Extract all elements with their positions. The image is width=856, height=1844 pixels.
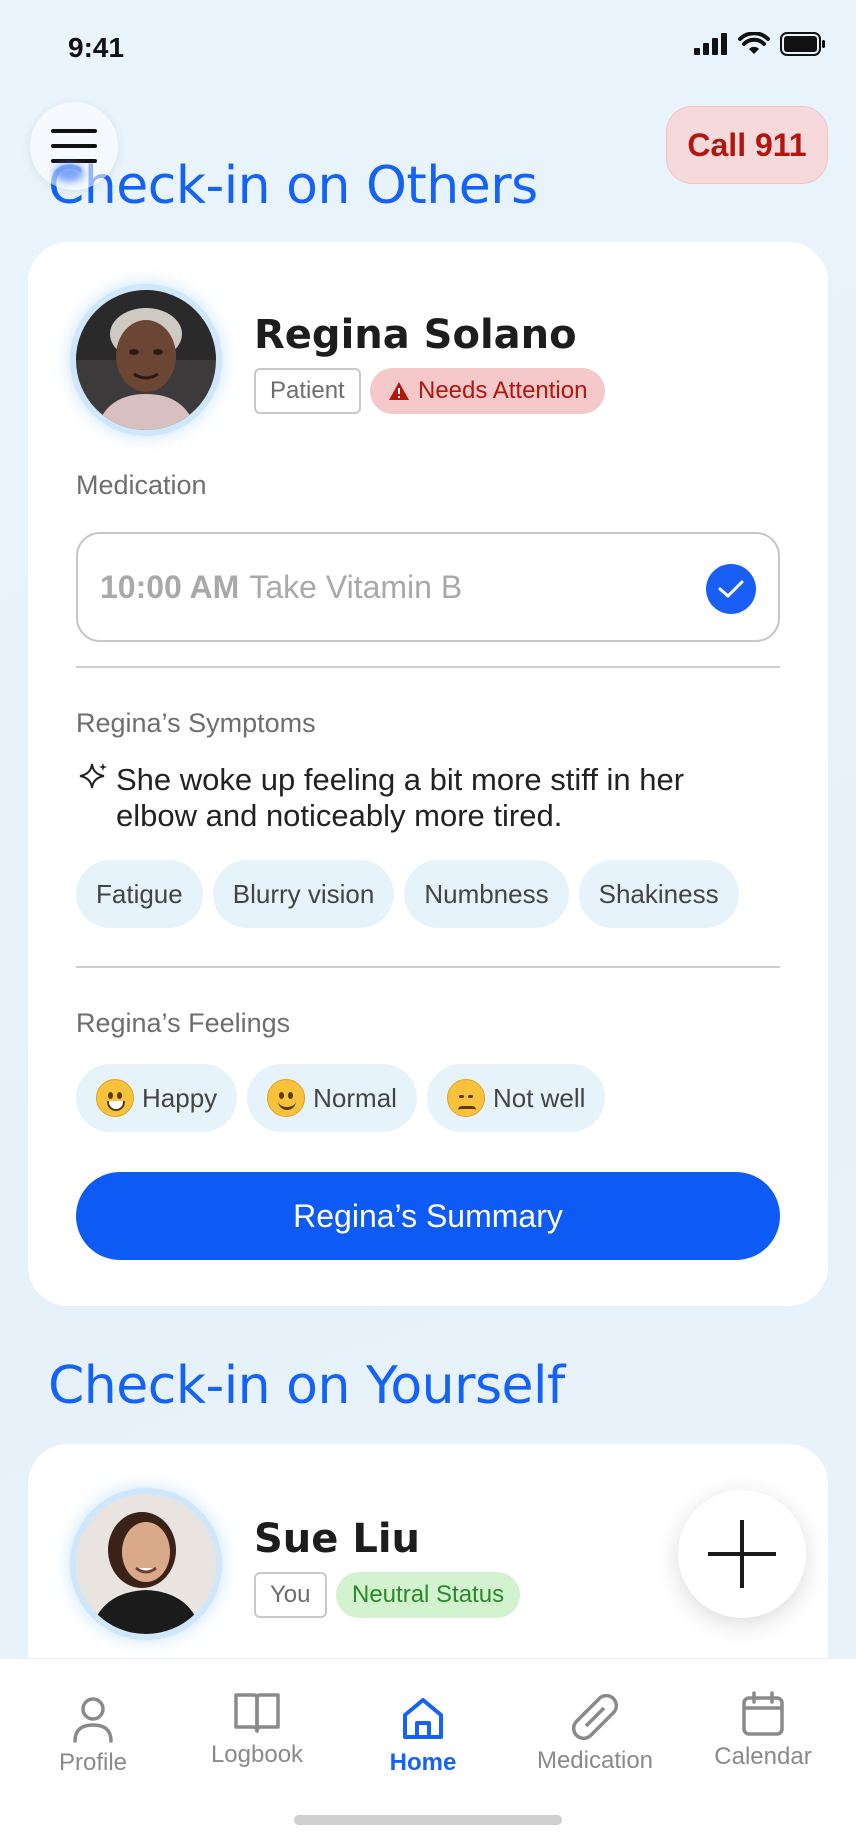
medication-label: Medication bbox=[76, 470, 207, 500]
patient-name: Regina Solano bbox=[254, 312, 577, 358]
checkmark-icon[interactable] bbox=[706, 564, 756, 614]
tab-label: Profile bbox=[58, 1749, 128, 1776]
menu-button[interactable] bbox=[30, 102, 118, 190]
symptom-chip[interactable]: Fatigue bbox=[76, 860, 203, 928]
tab-profile[interactable]: Profile bbox=[18, 1695, 168, 1777]
patient-checkin-card: Regina Solano Patient Needs Attention Me… bbox=[28, 242, 828, 1306]
symptom-chip[interactable]: Shakiness bbox=[578, 860, 739, 928]
symptom-chip[interactable]: Blurry vision bbox=[212, 860, 395, 928]
medication-item[interactable]: 10:00 AM Take Vitamin B bbox=[76, 532, 780, 642]
hamburger-icon-bar bbox=[51, 159, 97, 163]
touch-indicator bbox=[54, 164, 84, 182]
divider bbox=[76, 966, 780, 968]
pill-icon bbox=[571, 1693, 619, 1741]
divider bbox=[76, 666, 780, 668]
status-time: 9:41 bbox=[68, 32, 125, 63]
bottom-tab-bar: Profile Logbook Home Medication Calendar bbox=[0, 1658, 856, 1844]
self-section-title: Check-in on Yourself bbox=[48, 1356, 565, 1416]
tab-logbook[interactable]: Logbook bbox=[182, 1691, 332, 1769]
tab-label: Home bbox=[389, 1749, 457, 1776]
user-name: Sue Liu bbox=[254, 1516, 421, 1562]
call-911-button[interactable]: Call 911 bbox=[666, 106, 828, 184]
status-icons bbox=[694, 32, 826, 56]
add-button[interactable] bbox=[678, 1490, 806, 1618]
wifi-icon bbox=[738, 32, 770, 54]
user-avatar[interactable] bbox=[76, 1494, 216, 1634]
tab-home[interactable]: Home bbox=[348, 1695, 498, 1777]
symptom-chips: Fatigue Blurry vision Numbness Shakiness bbox=[76, 860, 739, 928]
tab-label: Medication bbox=[536, 1747, 654, 1774]
home-indicator bbox=[294, 1815, 562, 1825]
others-section-title: Check-in on Others bbox=[48, 156, 538, 216]
tab-label: Calendar bbox=[714, 1743, 812, 1770]
feeling-label: Not well bbox=[492, 1082, 586, 1113]
feeling-chip-not-well[interactable]: Not well bbox=[426, 1064, 606, 1132]
home-icon bbox=[403, 1698, 443, 1739]
symptom-note: She woke up feeling a bit more stiff in … bbox=[116, 762, 685, 833]
calendar-icon bbox=[742, 1691, 784, 1736]
symptom-chip[interactable]: Numbness bbox=[404, 860, 569, 928]
plus-icon bbox=[708, 1520, 776, 1588]
home-screen: 9:41 Check-in on Others Call 911 Regina … bbox=[0, 0, 856, 1844]
summary-button[interactable]: Regina’s Summary bbox=[76, 1172, 780, 1260]
feelings-label: Regina’s Feelings bbox=[76, 1008, 291, 1038]
feeling-chip-normal[interactable]: Normal bbox=[247, 1064, 417, 1132]
cellular-signal-icon bbox=[694, 33, 727, 55]
grinning-face-icon bbox=[96, 1079, 134, 1117]
tab-calendar[interactable]: Calendar bbox=[688, 1691, 838, 1771]
sparkle-icon bbox=[79, 763, 107, 789]
medication-name: Take Vitamin B bbox=[249, 568, 463, 605]
slightly-smiling-face-icon bbox=[267, 1079, 306, 1117]
person-icon bbox=[73, 1697, 113, 1743]
status-badge-label: Needs Attention bbox=[418, 377, 588, 404]
medication-time: 10:00 AM bbox=[100, 568, 240, 605]
tab-label: Logbook bbox=[210, 1741, 304, 1768]
pensive-face-icon bbox=[446, 1079, 485, 1117]
battery-icon bbox=[780, 32, 825, 56]
feeling-label: Normal bbox=[313, 1082, 397, 1113]
patient-avatar[interactable] bbox=[76, 290, 216, 430]
feeling-chip-happy[interactable]: Happy bbox=[76, 1064, 238, 1132]
tab-medication[interactable]: Medication bbox=[520, 1693, 670, 1775]
feeling-chips: Happy Normal Not well bbox=[76, 1064, 606, 1132]
neutral-status-badge: Neutral Status bbox=[336, 1572, 521, 1618]
patient-role-tag: Patient bbox=[254, 368, 361, 414]
warning-icon bbox=[389, 382, 409, 400]
hamburger-icon-bar bbox=[51, 144, 97, 148]
needs-attention-badge: Needs Attention bbox=[370, 368, 606, 414]
user-role-tag: You bbox=[254, 1572, 327, 1618]
book-icon bbox=[234, 1693, 280, 1733]
feeling-label: Happy bbox=[142, 1082, 218, 1113]
hamburger-icon bbox=[51, 129, 97, 133]
symptoms-label: Regina’s Symptoms bbox=[76, 708, 316, 738]
